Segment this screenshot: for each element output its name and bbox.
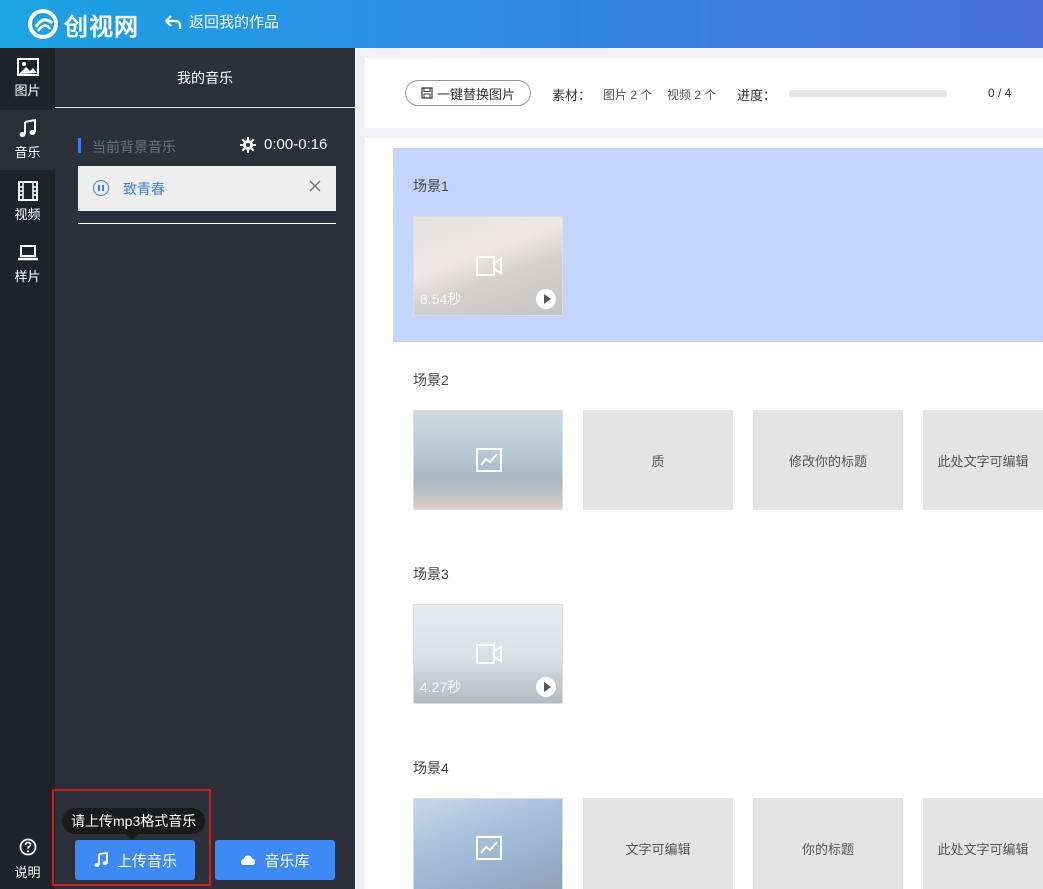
image-icon xyxy=(16,58,39,76)
rail-item-video[interactable]: 视频 xyxy=(0,172,55,232)
laptop-icon xyxy=(17,245,38,261)
video-count: 视频 2 个 xyxy=(667,88,717,102)
scene-video-thumbnail[interactable]: 4.27秒 xyxy=(413,604,563,704)
back-arrow-icon xyxy=(164,14,182,29)
material-toolbar: 一键替换图片 素材： 图片 2 个 视频 2 个 进度： 0 / 4 xyxy=(365,58,1043,128)
back-to-works-link[interactable]: 返回我的作品 xyxy=(164,11,279,32)
material-label: 素材： xyxy=(552,88,592,103)
back-label: 返回我的作品 xyxy=(189,14,280,31)
rail-label-sample: 样片 xyxy=(14,269,41,284)
scene-title: 场景3 xyxy=(413,566,449,582)
image-chart-icon xyxy=(476,836,502,860)
rail-item-music[interactable]: 音乐 xyxy=(0,110,55,170)
upload-tooltip: 请上传mp3格式音乐 xyxy=(62,808,206,840)
rail-label-video: 视频 xyxy=(14,207,41,222)
background-music-label: 当前背景音乐 xyxy=(92,139,176,155)
logo-text: 创视网 xyxy=(64,13,139,41)
background-music-row: 当前背景音乐 0:00-0:16 xyxy=(78,136,328,156)
scene-image-thumbnail[interactable] xyxy=(413,798,563,889)
play-icon[interactable] xyxy=(536,289,556,309)
rail-label-images: 图片 xyxy=(14,83,41,98)
upload-music-label: 上传音乐 xyxy=(116,852,177,870)
progress-text: 0 / 4 xyxy=(988,86,1012,100)
divider xyxy=(78,223,336,224)
text-box[interactable]: 修改你的标题 xyxy=(753,410,903,510)
music-track-item[interactable]: 致青春 xyxy=(78,166,336,211)
gear-icon[interactable] xyxy=(240,137,256,153)
top-bar: 创视网 返回我的作品 xyxy=(0,0,1043,48)
accent-marker xyxy=(78,138,81,153)
panel-title: 我的音乐 xyxy=(177,70,233,86)
rail-item-sample[interactable]: 样片 xyxy=(0,234,55,294)
video-icon xyxy=(476,256,502,276)
replace-images-label: 一键替换图片 xyxy=(436,86,515,102)
music-library-label: 音乐库 xyxy=(264,852,310,870)
film-icon xyxy=(17,181,38,201)
text-box[interactable]: 此处文字可编辑 xyxy=(923,798,1043,889)
play-icon[interactable] xyxy=(536,677,556,697)
music-library-button[interactable]: 音乐库 xyxy=(215,840,335,880)
music-note-icon xyxy=(19,119,36,137)
logo[interactable]: 创视网 xyxy=(26,6,139,42)
replace-images-button[interactable]: 一键替换图片 xyxy=(405,80,531,106)
help-button[interactable]: 说明 xyxy=(0,838,55,881)
image-chart-icon xyxy=(476,448,502,472)
progress-label: 进度： xyxy=(737,88,777,103)
video-duration: 8.54秒 xyxy=(420,291,462,307)
left-icon-rail: 图片 音乐 视频 样片 说明 xyxy=(0,48,55,889)
cloud-icon xyxy=(241,855,256,865)
divider xyxy=(55,107,355,108)
scene-3[interactable]: 场景3 4.27秒 xyxy=(393,536,1043,730)
scene-2[interactable]: 场景2 质 修改你的标题 此处文字可编辑 xyxy=(393,342,1043,536)
scene-title: 场景2 xyxy=(413,372,449,388)
text-box[interactable]: 质 xyxy=(583,410,733,510)
video-icon xyxy=(476,644,502,664)
music-panel: 我的音乐 当前背景音乐 0:00-0:16 致青春 xyxy=(55,48,355,889)
video-duration: 4.27秒 xyxy=(420,679,462,695)
scene-list: 场景1 8.54秒 场景2 质 修改你的标题 此处文字可编辑 场景3 4.27秒… xyxy=(365,138,1043,889)
text-box[interactable]: 文字可编辑 xyxy=(583,798,733,889)
music-note-icon xyxy=(94,852,108,867)
rail-item-images[interactable]: 图片 xyxy=(0,48,55,108)
progress-bar xyxy=(789,90,947,97)
question-circle-icon xyxy=(19,838,36,856)
scene-title: 场景4 xyxy=(413,760,449,776)
image-count: 图片 2 个 xyxy=(603,88,653,102)
save-icon xyxy=(421,87,433,99)
scene-title: 场景1 xyxy=(413,178,449,194)
rail-label-music: 音乐 xyxy=(14,145,41,160)
music-time-range: 0:00-0:16 xyxy=(264,136,328,153)
close-icon[interactable] xyxy=(308,179,322,193)
upload-music-button[interactable]: 上传音乐 xyxy=(75,840,195,880)
text-box[interactable]: 你的标题 xyxy=(753,798,903,889)
help-label: 说明 xyxy=(14,865,41,880)
scene-image-thumbnail[interactable] xyxy=(413,410,563,510)
scene-1[interactable]: 场景1 8.54秒 xyxy=(393,148,1043,342)
track-name: 致青春 xyxy=(123,181,165,197)
logo-swirl-icon xyxy=(28,9,58,39)
pause-icon[interactable] xyxy=(93,180,109,196)
scene-video-thumbnail[interactable]: 8.54秒 xyxy=(413,216,563,316)
text-box[interactable]: 此处文字可编辑 xyxy=(923,410,1043,510)
main-area: 一键替换图片 素材： 图片 2 个 视频 2 个 进度： 0 / 4 场景1 8… xyxy=(355,48,1043,889)
scene-4[interactable]: 场景4 文字可编辑 你的标题 此处文字可编辑 xyxy=(393,730,1043,889)
